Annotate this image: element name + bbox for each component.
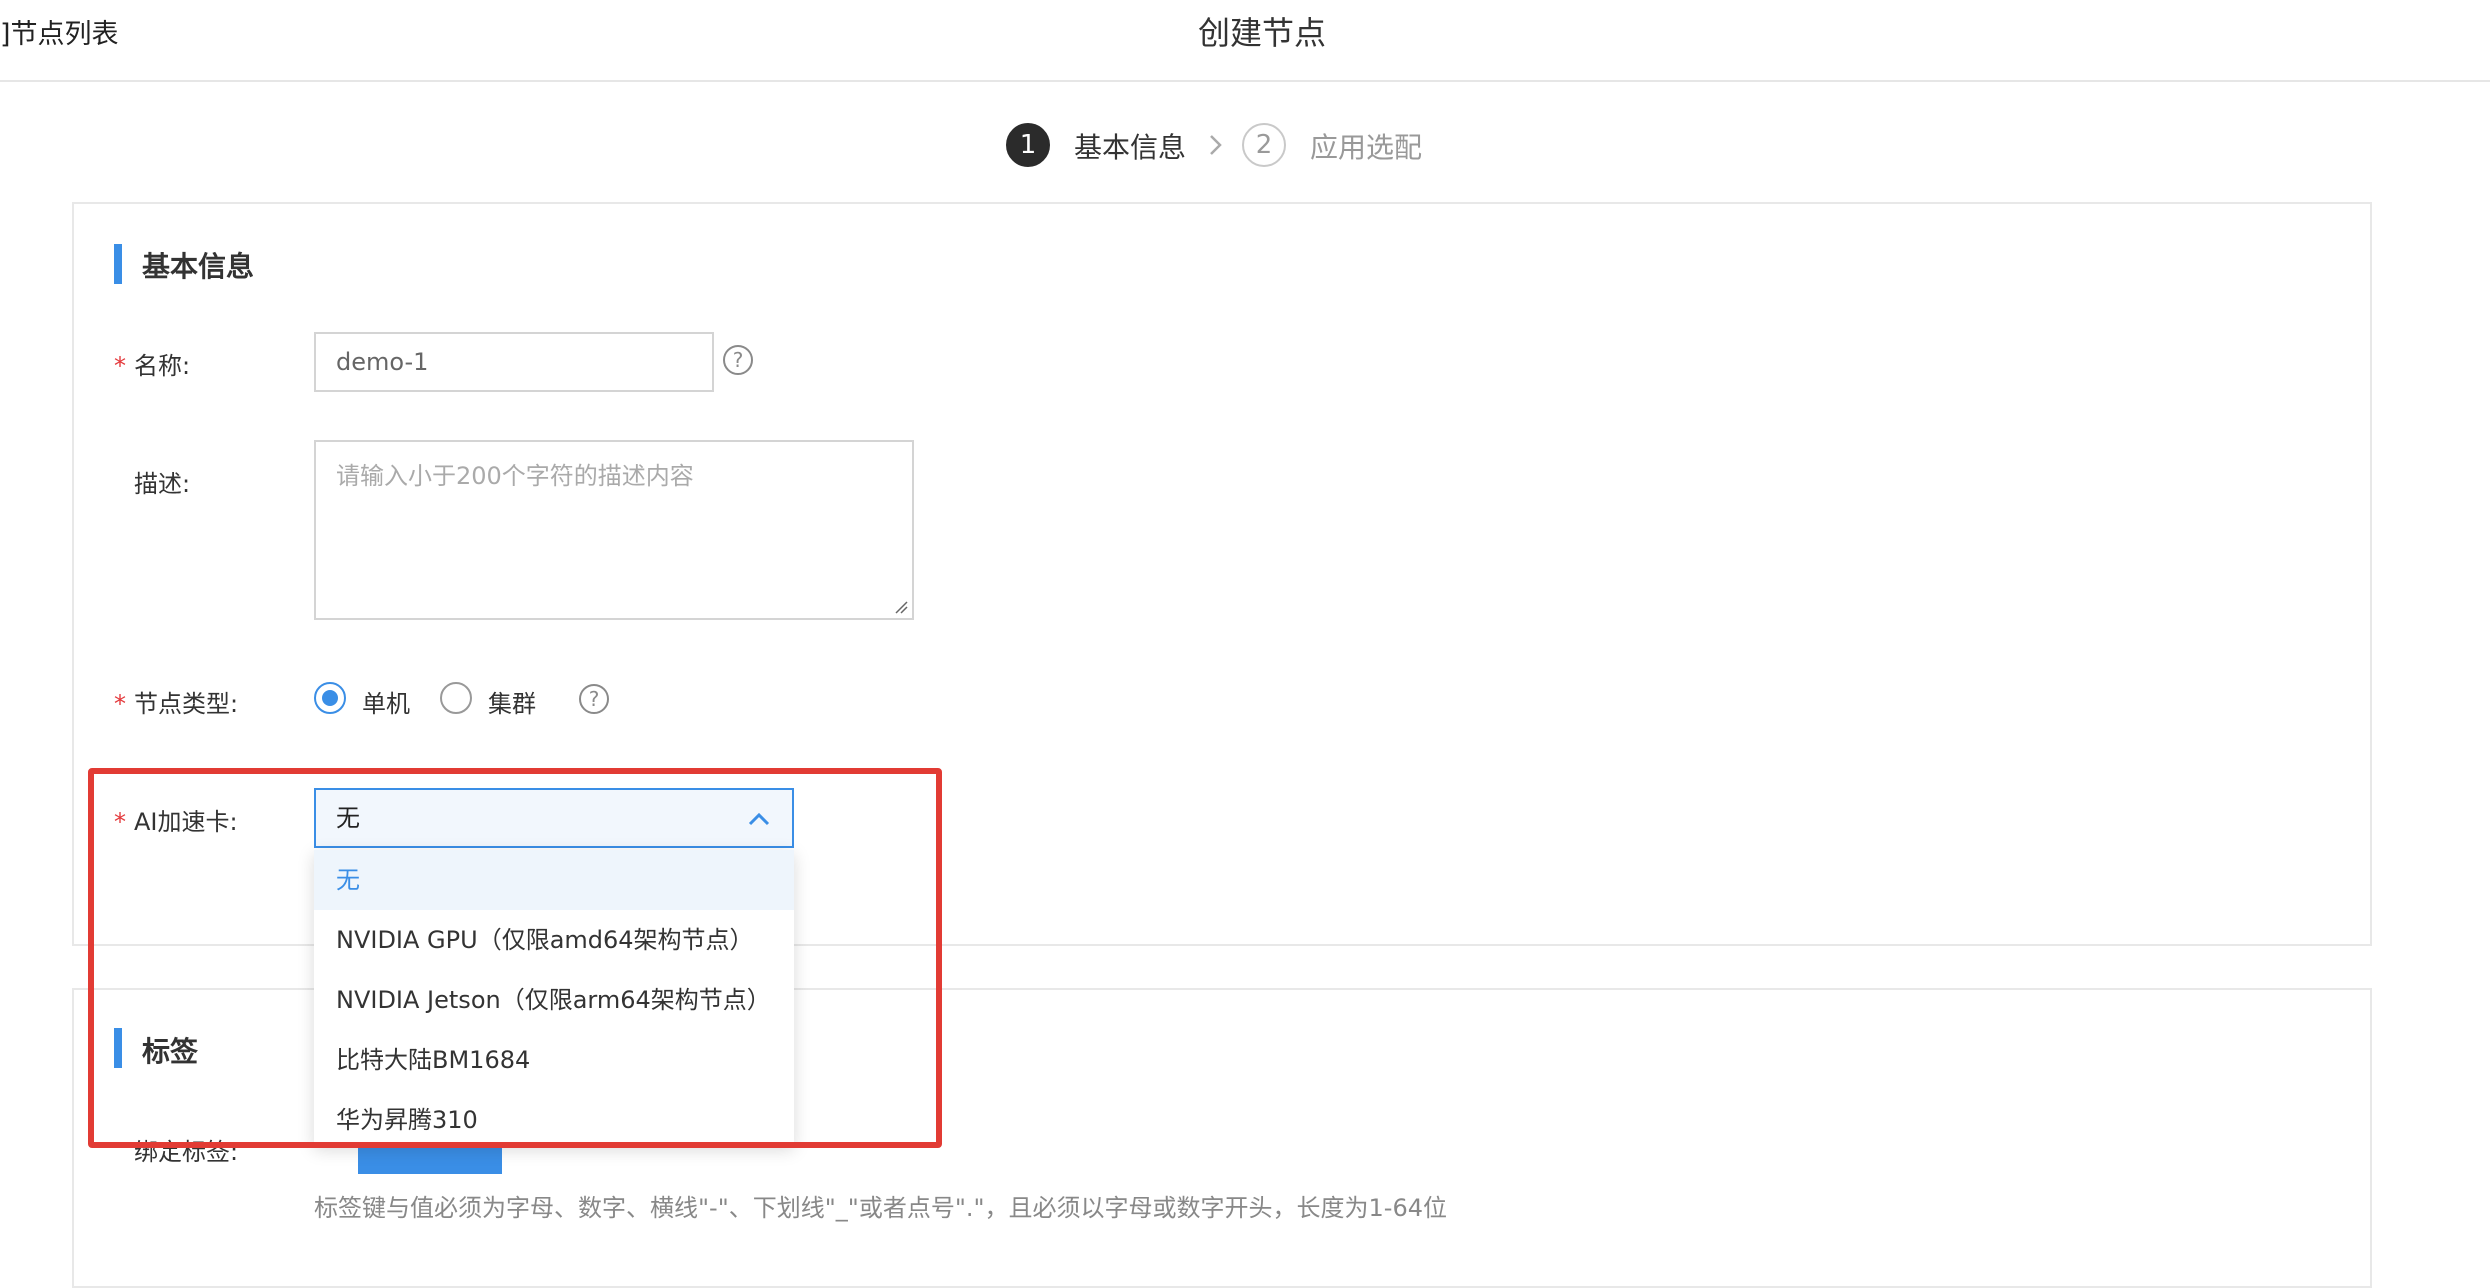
resize-handle-icon[interactable] [894,600,908,614]
page-title: 创建节点 [1197,14,1326,52]
radio-standalone[interactable] [314,682,346,714]
label-rule-hint: 标签键与值必须为字母、数字、横线"-"、下划线"_"或者点号"."，且必须以字母… [314,1194,1447,1222]
name-help-icon[interactable]: ? [723,345,753,375]
back-to-node-list-link[interactable]: ]节点列表 [0,12,119,51]
basic-info-title: 基本信息 [142,250,255,283]
name-label: * 名称: [114,352,191,380]
node-type-help-icon[interactable]: ? [579,684,609,714]
step-1-indicator: 1 [1006,123,1050,167]
step-1-label: 基本信息 [1074,131,1187,164]
node-type-label: * 节点类型: [114,690,239,718]
radio-standalone-label[interactable]: 单机 [362,684,410,719]
description-label: 描述: [134,470,191,498]
radio-cluster[interactable] [440,682,472,714]
annotation-highlight-box [88,768,942,1148]
name-input[interactable]: demo-1 [314,332,714,392]
section-accent-bar [114,244,122,284]
description-placeholder: 请输入小于200个字符的描述内容 [336,462,694,490]
description-textarea[interactable]: 请输入小于200个字符的描述内容 [314,440,914,620]
step-2-indicator: 2 [1242,123,1286,167]
radio-cluster-label[interactable]: 集群 [488,684,536,719]
step-2-label: 应用选配 [1310,131,1423,164]
required-mark: * [114,690,126,718]
required-mark: * [114,352,126,380]
chevron-right-icon [1210,135,1222,155]
